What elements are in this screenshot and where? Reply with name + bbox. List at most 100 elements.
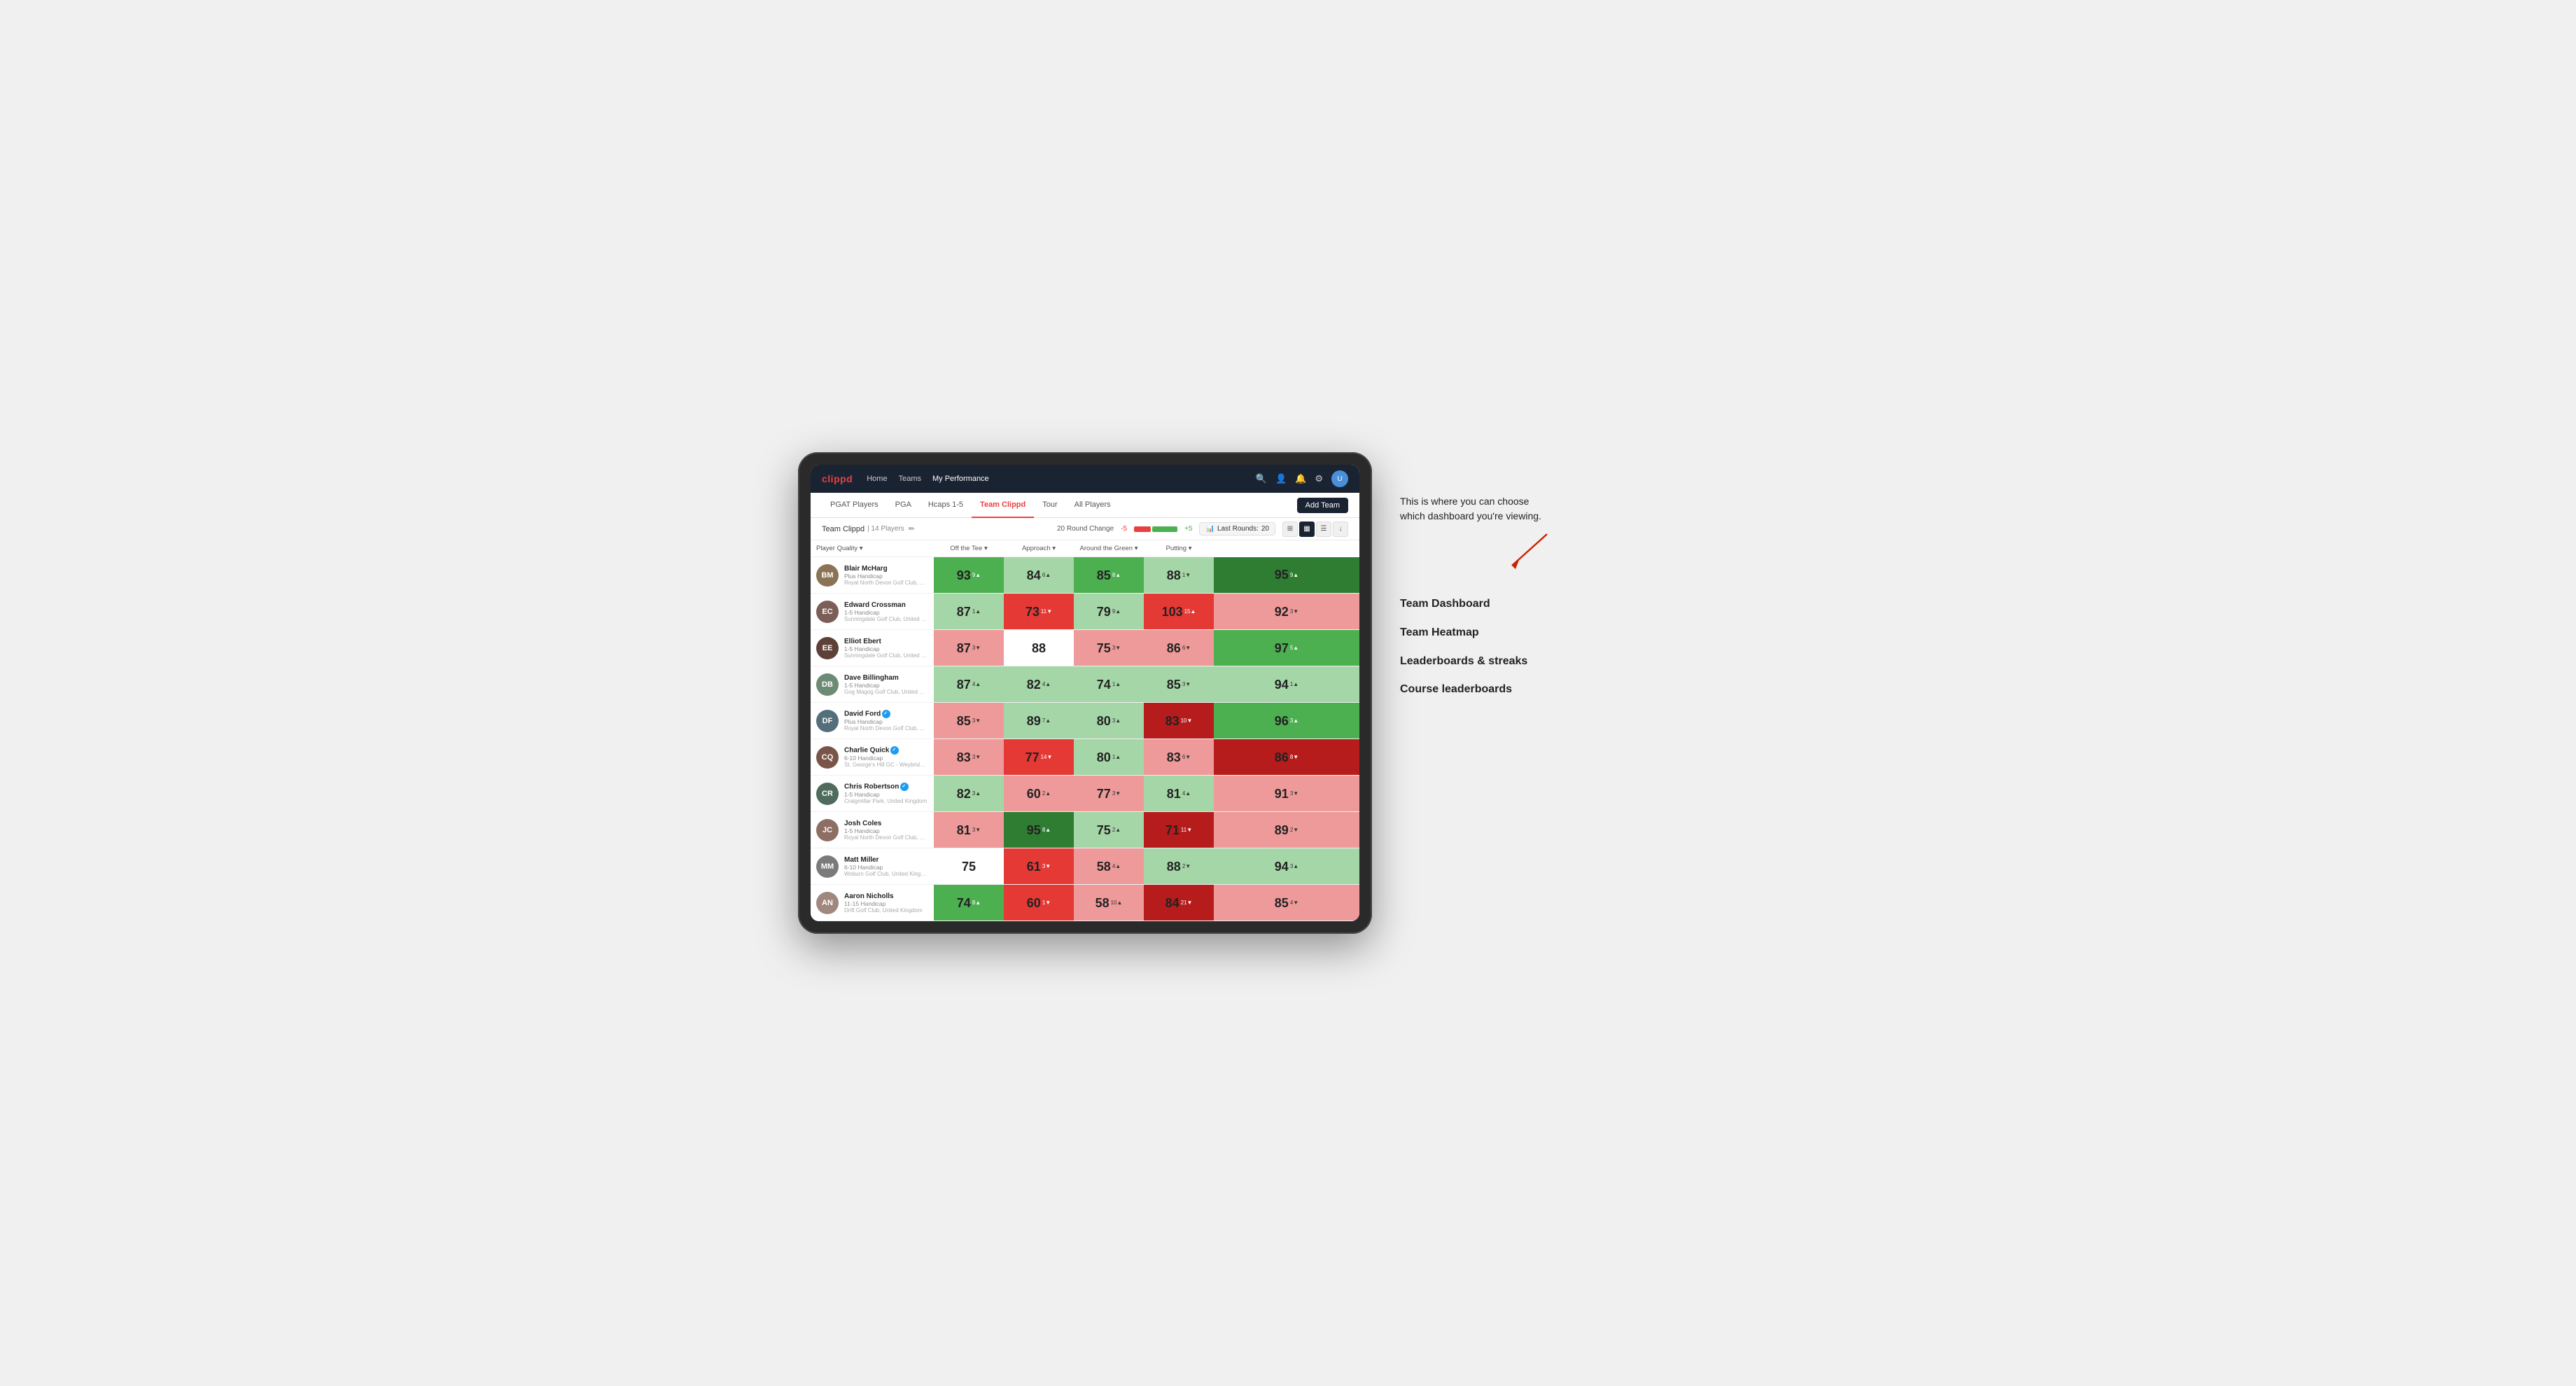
col-header-putting[interactable]: Putting ▾ <box>1144 540 1214 557</box>
player-info: Josh Coles 1-5 Handicap Royal North Devo… <box>844 820 928 841</box>
nav-link-home[interactable]: Home <box>867 475 887 483</box>
stat-change: 3▲ <box>1290 718 1298 724</box>
stat-change: 8▼ <box>1290 754 1298 760</box>
col-header-offtee[interactable]: Off the Tee ▾ <box>934 540 1004 557</box>
stat-value: 83 <box>957 751 971 764</box>
player-club: Craigmillar Park, United Kingdom <box>844 798 928 804</box>
stat-cell-3-0: 87 4▲ <box>934 666 1004 703</box>
nav-link-myperformance[interactable]: My Performance <box>932 475 989 483</box>
stat-cell-6-0: 82 3▲ <box>934 776 1004 812</box>
last-rounds-button[interactable]: 📊 Last Rounds: 20 <box>1199 522 1275 536</box>
subnav-hcaps[interactable]: Hcaps 1-5 <box>920 493 972 518</box>
table-row[interactable]: DB Dave Billingham 1-5 Handicap Gog Mago… <box>811 666 1359 703</box>
stat-cell-1-3: 103 15▲ <box>1144 594 1214 630</box>
player-name: Aaron Nicholls <box>844 892 928 900</box>
annotation-intro-text: This is where you can choose which dashb… <box>1400 494 1554 576</box>
player-avatar: JC <box>816 819 839 841</box>
table-row[interactable]: DF David Ford Plus Handicap Royal North … <box>811 703 1359 739</box>
player-club: Gog Magog Golf Club, United Kingdom <box>844 689 928 695</box>
stat-cell-2-2: 75 3▼ <box>1074 630 1144 666</box>
annotation-panel: This is where you can choose which dashb… <box>1400 452 1596 711</box>
table-header-row: Player Quality ▾ Off the Tee ▾ Appro <box>811 540 1359 557</box>
subnav-tour[interactable]: Tour <box>1034 493 1065 518</box>
player-hcp: 11-15 Handicap <box>844 900 928 907</box>
stat-value: 92 <box>1275 606 1289 618</box>
col-header-player: Player Quality ▾ <box>811 540 934 557</box>
change-bar <box>1134 526 1177 532</box>
stat-change: 8▲ <box>1042 827 1051 833</box>
stat-value: 88 <box>1032 642 1046 654</box>
nav-link-teams[interactable]: Teams <box>899 475 921 483</box>
heatmap-view-button[interactable]: ▦ <box>1299 522 1315 537</box>
col-header-approach[interactable]: Approach ▾ <box>1004 540 1074 557</box>
add-team-button[interactable]: Add Team <box>1297 498 1348 513</box>
player-club: Drift Golf Club, United Kingdom <box>844 907 928 913</box>
stat-value: 85 <box>957 715 971 727</box>
grid-view-button[interactable]: ⊞ <box>1282 522 1298 537</box>
annotation-arrow: This is where you can choose which dashb… <box>1400 494 1596 576</box>
table-row[interactable]: EE Elliot Ebert 1-5 Handicap Sunningdale… <box>811 630 1359 666</box>
annotation-text: This is where you can choose which dashb… <box>1400 494 1554 524</box>
table-row[interactable]: CR Chris Robertson 1-5 Handicap Craigmil… <box>811 776 1359 812</box>
stat-cell-2-3: 86 6▼ <box>1144 630 1214 666</box>
last-rounds-value: 20 <box>1261 525 1269 533</box>
stat-cell-5-3: 83 6▼ <box>1144 739 1214 776</box>
subnav-allplayers[interactable]: All Players <box>1066 493 1119 518</box>
stat-cell-4-1: 89 7▲ <box>1004 703 1074 739</box>
stat-value: 87 <box>957 606 971 618</box>
player-name: Blair McHarg <box>844 565 928 573</box>
subnav-pga[interactable]: PGA <box>887 493 920 518</box>
table-row[interactable]: MM Matt Miller 6-10 Handicap Woburn Golf… <box>811 848 1359 885</box>
stat-value: 60 <box>1027 788 1041 800</box>
stat-value: 81 <box>957 824 971 836</box>
annotation-item-3: Course leaderboards <box>1400 682 1596 697</box>
stat-value: 73 <box>1026 606 1040 618</box>
stat-change: 3▼ <box>1042 863 1051 869</box>
col-header-around[interactable]: Around the Green ▾ <box>1074 540 1144 557</box>
player-club: St. George's Hill GC - Weybridge - Surre… <box>844 762 928 768</box>
stat-value: 87 <box>957 642 971 654</box>
stat-change: 3▼ <box>1182 681 1191 687</box>
stat-change: 1▲ <box>1290 681 1298 687</box>
player-hcp: 1-5 Handicap <box>844 827 928 834</box>
table-row[interactable]: CQ Charlie Quick 6-10 Handicap St. Georg… <box>811 739 1359 776</box>
stat-cell-8-4: 94 3▲ <box>1214 848 1359 885</box>
list-view-button[interactable]: ☰ <box>1316 522 1331 537</box>
bell-icon[interactable]: 🔔 <box>1295 473 1306 484</box>
table-row[interactable]: JC Josh Coles 1-5 Handicap Royal North D… <box>811 812 1359 848</box>
logo: clippd <box>822 473 853 484</box>
stat-cell-6-3: 81 4▲ <box>1144 776 1214 812</box>
stat-change: 3▼ <box>1290 790 1298 797</box>
stat-change: 11▼ <box>1181 827 1192 833</box>
stat-value: 81 <box>1167 788 1181 800</box>
avatar[interactable]: U <box>1331 470 1348 487</box>
subnav-teamclippd[interactable]: Team Clippd <box>972 493 1034 518</box>
player-info: Matt Miller 6-10 Handicap Woburn Golf Cl… <box>844 856 928 877</box>
table-row[interactable]: BM Blair McHarg Plus Handicap Royal Nort… <box>811 557 1359 594</box>
stat-cell-8-1: 61 3▼ <box>1004 848 1074 885</box>
stat-change: 3▼ <box>972 827 981 833</box>
page-wrapper: clippd Home Teams My Performance 🔍 👤 🔔 ⚙… <box>798 452 1778 934</box>
player-avatar: AN <box>816 892 839 914</box>
stat-value: 58 <box>1097 860 1111 873</box>
stat-change: 2▼ <box>1290 827 1298 833</box>
stat-value: 94 <box>1275 860 1289 873</box>
stat-change: 15▲ <box>1184 608 1196 615</box>
search-icon[interactable]: 🔍 <box>1256 473 1267 484</box>
sub-nav-right: Add Team <box>1297 498 1348 513</box>
stat-value: 93 <box>957 569 971 582</box>
player-name: Chris Robertson <box>844 783 928 791</box>
stat-cell-0-1: 84 6▲ <box>1004 557 1074 594</box>
edit-icon[interactable]: ✏ <box>909 524 915 533</box>
nav-links: Home Teams My Performance <box>867 475 988 483</box>
table-row[interactable]: EC Edward Crossman 1-5 Handicap Sunningd… <box>811 594 1359 630</box>
player-cell-4: DF David Ford Plus Handicap Royal North … <box>811 703 934 739</box>
table-row[interactable]: AN Aaron Nicholls 11-15 Handicap Drift G… <box>811 885 1359 921</box>
stat-value: 88 <box>1167 860 1181 873</box>
settings-icon[interactable]: ⚙ <box>1315 473 1323 484</box>
download-button[interactable]: ↓ <box>1333 522 1348 537</box>
stat-value: 86 <box>1275 751 1289 764</box>
player-avatar: DF <box>816 710 839 732</box>
subnav-pgat[interactable]: PGAT Players <box>822 493 887 518</box>
user-icon[interactable]: 👤 <box>1275 473 1287 484</box>
